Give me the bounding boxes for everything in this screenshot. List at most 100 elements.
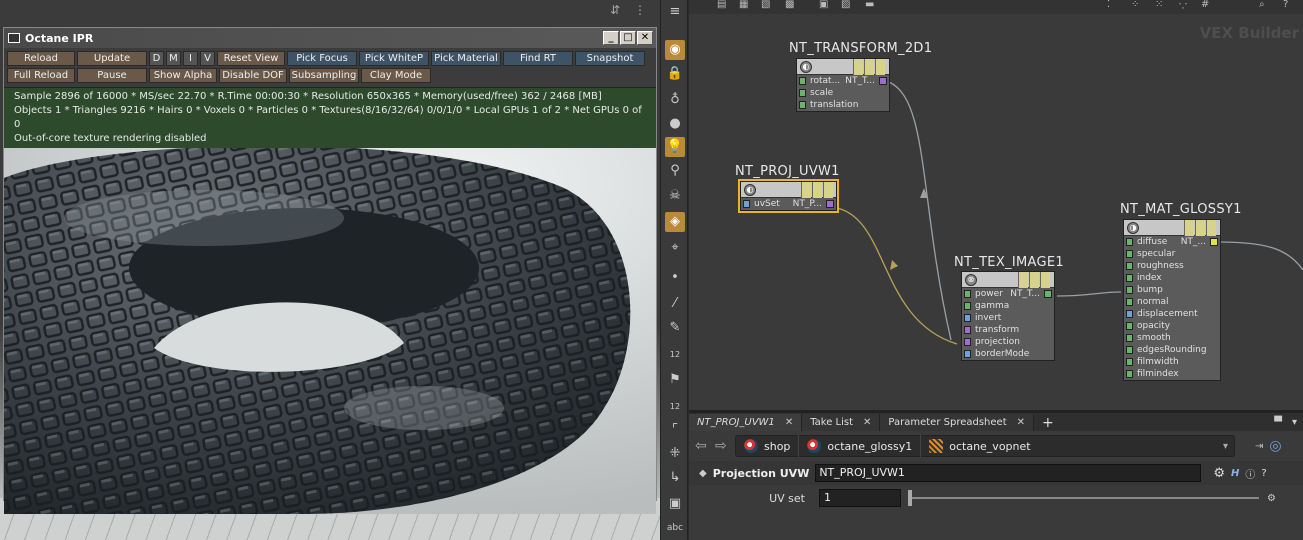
pick-material-button[interactable]: Pick Material	[431, 51, 501, 66]
port-pin[interactable]	[1126, 322, 1133, 330]
output-pin[interactable]	[826, 200, 834, 208]
pin-icon[interactable]: ⋮	[634, 3, 646, 17]
abc-icon[interactable]: abc	[665, 518, 685, 538]
port-pin[interactable]	[1126, 298, 1133, 306]
close-tab-icon[interactable]: ✕	[1017, 417, 1025, 428]
sphere-icon[interactable]: ●	[665, 114, 685, 134]
i-toggle[interactable]: I	[183, 51, 198, 66]
port-pin[interactable]	[1126, 358, 1133, 366]
node-tex-image[interactable]: ⊗ power NT_T... gamma invert transform pr…	[961, 271, 1055, 361]
port-pin[interactable]	[964, 302, 971, 310]
paint-icon[interactable]: ⚑	[665, 370, 685, 390]
pause-button[interactable]: Pause	[77, 68, 147, 83]
port-pin[interactable]	[1126, 250, 1133, 258]
port-pin[interactable]	[1126, 334, 1133, 342]
lock-icon[interactable]: 🔒	[665, 64, 685, 84]
port-pin[interactable]	[1126, 310, 1133, 318]
port-pin[interactable]	[1126, 346, 1133, 354]
uvset-value-field[interactable]: 1	[819, 489, 901, 507]
minimize-button[interactable]: _	[603, 31, 619, 45]
render-viewport[interactable]	[4, 148, 656, 514]
close-tab-icon[interactable]: ✕	[785, 417, 793, 428]
grid-icon[interactable]: ⁜	[665, 444, 685, 464]
pane-dropdown-icon[interactable]: ▾	[1292, 417, 1297, 428]
breadcrumb-vopnet[interactable]: octane_vopnet	[921, 435, 1038, 457]
select-icon[interactable]: ⌖	[665, 238, 685, 258]
port-pin[interactable]	[799, 89, 806, 97]
skull-icon[interactable]: ☠	[665, 186, 685, 206]
node-transform-2d[interactable]: ◐ rotat... NT_T... scale translation	[796, 58, 890, 112]
port-pin[interactable]	[743, 200, 750, 208]
back-arrow-icon[interactable]: ⇦	[695, 438, 709, 454]
find-rt-button[interactable]: Find RT	[503, 51, 573, 66]
pen-icon[interactable]: ✎	[665, 318, 685, 338]
port-pin[interactable]	[964, 338, 971, 346]
full-reload-button[interactable]: Full Reload	[7, 68, 75, 83]
tab-take-list[interactable]: Take List ✕	[802, 414, 881, 431]
d-toggle[interactable]: D	[149, 51, 164, 66]
pane-menu-icon[interactable]: ▀	[1274, 417, 1282, 428]
node-mat-glossy[interactable]: ◑ diffuse NT_... specular roughness index…	[1123, 219, 1221, 381]
output-pin[interactable]	[1210, 238, 1218, 246]
port-pin[interactable]	[1126, 238, 1133, 246]
port-pin[interactable]	[799, 77, 806, 85]
port-pin[interactable]	[1126, 262, 1133, 270]
link-icon[interactable]: ◎	[1269, 438, 1281, 454]
port-pin[interactable]	[1126, 286, 1133, 294]
add-tab-button[interactable]: +	[1034, 414, 1062, 431]
port-pin[interactable]	[964, 290, 971, 298]
path-dropdown-icon[interactable]: ▾	[1223, 441, 1234, 452]
info-icon[interactable]: ⓘ	[1245, 466, 1255, 481]
box-icon[interactable]: ▣	[665, 494, 685, 514]
number-icon-2[interactable]: 12	[665, 396, 685, 416]
forward-arrow-icon[interactable]: ⇨	[715, 438, 729, 454]
network-editor[interactable]: ▤ ▦ ▧ ▩ ▣ ▨ ▬ ⁚ ⁘ ⁙ ⁛ # ⌕ ? VEX Builder …	[689, 0, 1303, 410]
slider-knob[interactable]	[908, 490, 912, 506]
disable-dof-button[interactable]: Disable DOF	[219, 68, 287, 83]
output-pin[interactable]	[879, 77, 887, 85]
m-toggle[interactable]: M	[166, 51, 181, 66]
ipr-titlebar[interactable]: Octane IPR _ □ ✕	[4, 28, 656, 48]
gear-icon[interactable]: ⚙	[1213, 466, 1225, 481]
port-pin[interactable]	[1126, 274, 1133, 282]
tab-parameter-spreadsheet[interactable]: Parameter Spreadsheet ✕	[880, 414, 1035, 431]
material-icon[interactable]: ◈	[665, 212, 685, 232]
output-pin[interactable]	[1044, 290, 1052, 298]
port-pin[interactable]	[964, 350, 971, 358]
v-toggle[interactable]: V	[200, 51, 215, 66]
update-button[interactable]: Update	[77, 51, 147, 66]
parameter-gear-icon[interactable]: ⚙	[1267, 493, 1276, 504]
subsampling-button[interactable]: Subsampling	[289, 68, 359, 83]
close-tab-icon[interactable]: ✕	[863, 417, 871, 428]
port-pin[interactable]	[799, 101, 806, 109]
snapshot-button[interactable]: Snapshot	[575, 51, 645, 66]
pin-icon[interactable]: ⚲	[665, 161, 685, 181]
corner-icon[interactable]: ⌜	[665, 420, 685, 440]
reset-view-button[interactable]: Reset View	[217, 51, 285, 66]
eye-icon[interactable]: ◉	[665, 40, 685, 60]
bulb-icon[interactable]: 💡	[665, 137, 685, 157]
port-pin[interactable]	[964, 314, 971, 322]
node-name-field[interactable]: NT_PROJ_UVW1	[815, 464, 1202, 482]
breadcrumb-shop[interactable]: shop	[736, 435, 800, 457]
pick-focus-button[interactable]: Pick Focus	[287, 51, 357, 66]
help-h-icon[interactable]: H	[1231, 468, 1239, 479]
breadcrumb-material[interactable]: octane_glossy1	[799, 435, 922, 457]
node-proj-uvw[interactable]: ◐ uvSet NT_P...	[738, 179, 839, 213]
clay-mode-button[interactable]: Clay Mode	[361, 68, 431, 83]
number-icon[interactable]: 12	[665, 344, 685, 364]
layers-icon[interactable]: ≡	[665, 2, 685, 22]
arrow-icon[interactable]: ↳	[665, 468, 685, 488]
tab-node-params[interactable]: NT_PROJ_UVW1 ✕	[689, 414, 803, 431]
view-options-icon[interactable]: ⇵	[610, 3, 622, 17]
light-icon[interactable]: ♁	[665, 90, 685, 110]
port-pin[interactable]	[1126, 370, 1133, 378]
close-button[interactable]: ✕	[637, 31, 653, 45]
brush-icon[interactable]: ⁄	[665, 294, 685, 314]
pin-pane-icon[interactable]: ⇥	[1255, 441, 1263, 452]
show-alpha-button[interactable]: Show Alpha	[149, 68, 217, 83]
help-icon[interactable]: ?	[1261, 468, 1266, 479]
pick-whitepoint-button[interactable]: Pick WhiteP	[359, 51, 429, 66]
reload-button[interactable]: Reload	[7, 51, 75, 66]
point-icon[interactable]: •	[665, 268, 685, 288]
